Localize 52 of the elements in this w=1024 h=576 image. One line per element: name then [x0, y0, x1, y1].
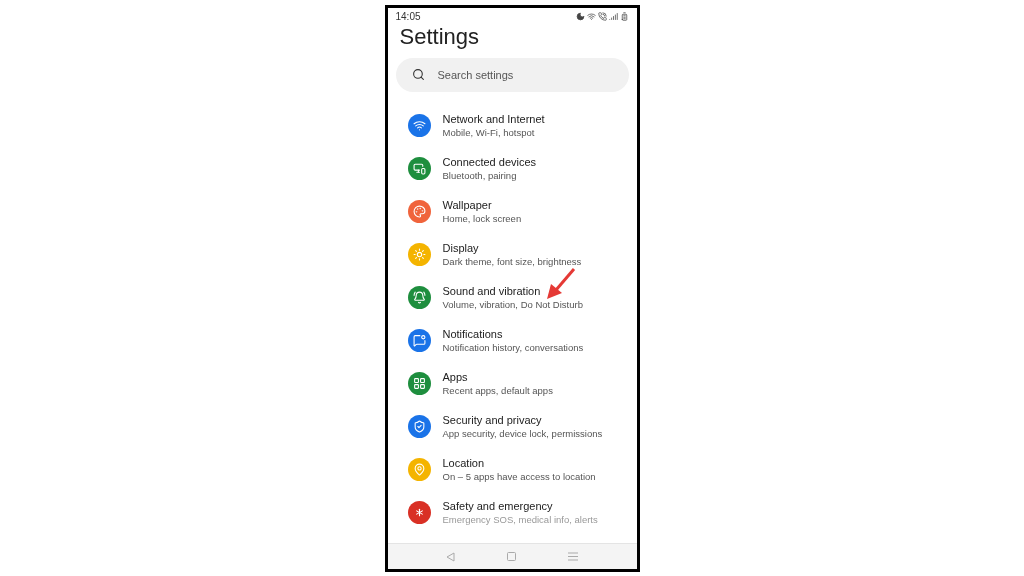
battery-icon [619, 11, 629, 21]
item-title: Display [442, 241, 480, 255]
item-title: Safety and emergency [442, 499, 554, 513]
search-field[interactable]: Search settings [395, 58, 629, 92]
settings-item[interactable]: Network and Internet Mobile, Wi-Fi, hotspot [387, 104, 637, 147]
item-title: Notifications [442, 327, 504, 341]
item-subtitle: Emergency SOS, medical info, alerts [442, 513, 598, 526]
item-subtitle: App security, device lock, permissions [442, 427, 603, 440]
settings-item[interactable]: Sound and vibration Volume, vibration, Do Not Disturb [387, 276, 637, 319]
item-subtitle: On – 5 apps have access to location [442, 470, 596, 483]
menu-icon[interactable] [568, 552, 579, 561]
item-title: Connected devices [442, 155, 537, 169]
sun-icon [412, 248, 426, 261]
phone-icon [597, 11, 607, 21]
item-title: Wallpaper [442, 198, 493, 212]
wifi-icon [412, 119, 426, 132]
devices-icon [412, 162, 426, 175]
item-title: Network and Internet [442, 112, 545, 126]
item-subtitle: Notification history, conversations [442, 341, 584, 354]
item-subtitle: Mobile, Wi-Fi, hotspot [442, 126, 536, 139]
item-subtitle: Bluetooth, pairing [442, 169, 518, 182]
grid-icon [412, 377, 426, 390]
home-icon[interactable] [507, 552, 516, 561]
item-title: Location [442, 456, 486, 470]
item-subtitle: Volume, vibration, Do Not Disturb [442, 298, 583, 311]
settings-item[interactable]: Notifications Notification history, conversations [387, 319, 637, 362]
status-time: 14:05 [395, 9, 421, 24]
settings-item[interactable]: Apps Recent apps, default apps [387, 362, 637, 405]
annotation-arrow-drawing [546, 268, 576, 300]
item-title: Sound and vibration [442, 284, 542, 298]
settings-item[interactable]: Location On – 5 apps have access to location [387, 448, 637, 491]
settings-item[interactable]: Wallpaper Home, lock screen [387, 190, 637, 233]
location-pin-icon [412, 463, 426, 476]
item-subtitle: Dark theme, font size, brightness [442, 255, 582, 268]
wifi-icon [586, 11, 596, 21]
settings-item[interactable]: Security and privacy App security, device lock, permissions [387, 405, 637, 448]
settings-item[interactable]: Connected devices Bluetooth, pairing [387, 147, 637, 190]
palette-icon [412, 205, 426, 218]
item-title: Apps [442, 370, 469, 384]
shield-icon [412, 420, 426, 433]
notification-icon [412, 334, 426, 347]
settings-item[interactable]: Safety and emergency Emergency SOS, medical info, alerts [387, 491, 637, 534]
item-subtitle: Home, lock screen [442, 212, 522, 225]
page-title: Settings [399, 24, 479, 50]
back-icon[interactable] [445, 551, 455, 562]
bell-icon [412, 291, 426, 304]
moon-icon [575, 11, 585, 21]
item-title: Security and privacy [442, 413, 543, 427]
item-subtitle: Recent apps, default apps [442, 384, 553, 397]
settings-item[interactable]: Display Dark theme, font size, brightness [387, 233, 637, 276]
signal-icon [608, 11, 618, 21]
search-icon [411, 68, 425, 81]
